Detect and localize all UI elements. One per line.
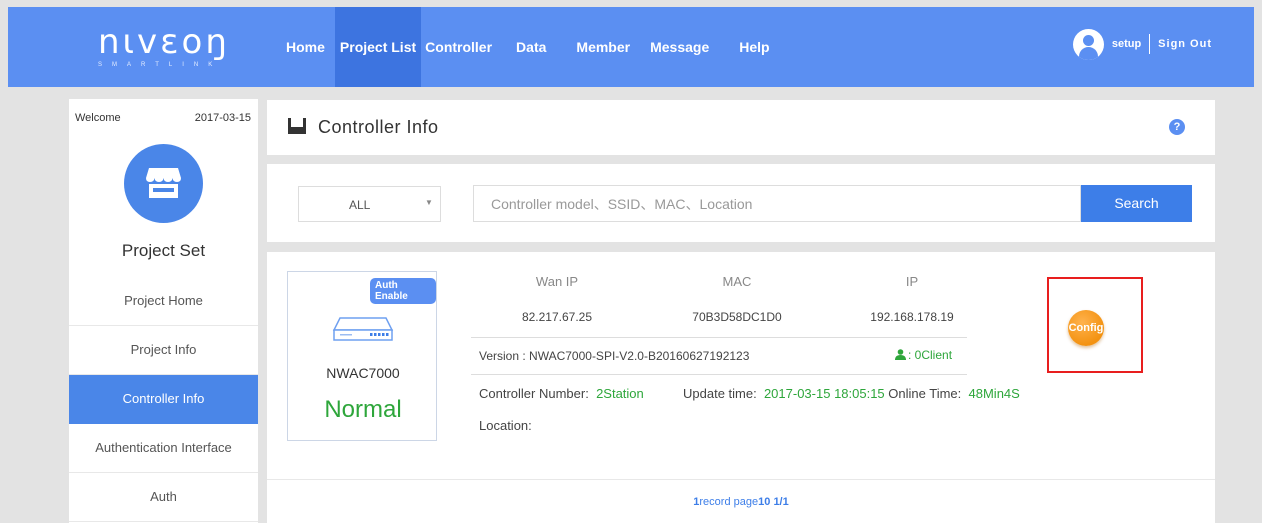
nav-data[interactable]: Data — [506, 7, 566, 87]
filter-select[interactable]: ALL ▼ — [298, 186, 441, 222]
record-label: record — [699, 496, 731, 508]
nav-member[interactable]: Member — [566, 7, 640, 87]
top-navigation-bar: nιvεoŋ SMARTLINK Home Project List Contr… — [8, 7, 1254, 87]
update-time-value: 2017-03-15 18:05:15 — [763, 386, 885, 401]
person-icon — [895, 349, 906, 360]
sidebar-item-authentication-interface[interactable]: Authentication Interface — [69, 424, 258, 473]
filter-value: ALL — [349, 198, 371, 212]
project-store-icon — [124, 144, 203, 223]
controller-details: Controller Number: 2Station Update time:… — [479, 386, 1020, 401]
user-avatar-icon[interactable] — [1072, 28, 1104, 60]
ip-value: 192.168.178.19 — [870, 310, 954, 324]
online-time-label: Online Time: — [888, 386, 962, 401]
row-divider — [471, 374, 967, 375]
username[interactable]: setup — [1112, 38, 1141, 50]
update-time-label: Update time: — [683, 386, 757, 401]
client-count: : 0Client — [895, 348, 952, 362]
search-button[interactable]: Search — [1081, 185, 1192, 222]
sign-out-link[interactable]: Sign Out — [1158, 38, 1212, 50]
user-area: setup Sign Out — [1072, 27, 1212, 61]
sidebar-item-project-info[interactable]: Project Info — [69, 326, 258, 375]
router-device-icon — [332, 317, 394, 341]
controller-list: Auth Enable NWAC7000 Normal Wan IP MAC I… — [267, 252, 1215, 523]
mac-value: 70B3D58DC1D0 — [692, 310, 782, 324]
wan-ip-label: Wan IP — [535, 274, 579, 289]
client-count-text: : 0Client — [908, 348, 953, 362]
device-model: NWAC7000 — [326, 365, 400, 381]
page-title: Controller Info — [318, 117, 439, 137]
chevron-down-icon: ▼ — [425, 198, 433, 207]
search-bar: ALL ▼ Search — [267, 164, 1215, 242]
sidebar-item-controller-info[interactable]: Controller Info — [69, 375, 258, 424]
list-footer-divider — [267, 479, 1215, 480]
mac-label: MAC — [722, 274, 752, 289]
row-divider — [471, 337, 967, 338]
welcome-text: Welcome — [75, 112, 121, 124]
project-set-title: Project Set — [121, 241, 206, 260]
controller-number-value: 2Station — [596, 386, 644, 401]
wan-ip-value: 82.217.67.25 — [521, 310, 593, 324]
brand-logo[interactable]: nιvεoŋ SMARTLINK — [98, 25, 230, 68]
nav-help[interactable]: Help — [729, 7, 779, 87]
nav-controller[interactable]: Controller — [421, 7, 506, 87]
location-label: Location: — [479, 418, 532, 433]
nav-project-list[interactable]: Project List — [334, 7, 422, 87]
nav-home[interactable]: Home — [276, 7, 335, 87]
sidebar-item-auth[interactable]: Auth — [69, 473, 258, 522]
help-icon[interactable]: ? — [1169, 119, 1185, 135]
page-indicator[interactable]: 1/1 — [773, 496, 788, 508]
sidebar-item-project-home[interactable]: Project Home — [69, 277, 258, 326]
current-date: 2017-03-15 — [194, 112, 251, 124]
nav-message[interactable]: Message — [640, 7, 729, 87]
main-nav: Home Project List Controller Data Member… — [276, 7, 780, 87]
sidebar-menu: Project Home Project Info Controller Inf… — [69, 277, 258, 522]
controller-card[interactable]: Auth Enable NWAC7000 Normal — [287, 271, 437, 441]
pagination: 1record page10 1/1 — [267, 496, 1215, 508]
config-button[interactable]: Config — [1068, 310, 1104, 346]
ip-label: IP — [905, 274, 919, 289]
firmware-version: Version : NWAC7000-SPI-V2.0-B20160627192… — [479, 349, 750, 363]
controller-header-icon — [288, 118, 306, 134]
auth-enable-badge: Auth Enable — [370, 278, 436, 304]
config-highlight-box: Config — [1047, 277, 1143, 373]
page-size: 10 — [758, 496, 771, 508]
device-status: Normal — [324, 396, 402, 423]
logo-text: nιvεoŋ — [98, 22, 230, 62]
sidebar: Welcome 2017-03-15 Project Set Project H… — [69, 99, 258, 523]
logo-tagline: SMARTLINK — [98, 62, 223, 68]
controller-number-label: Controller Number: — [479, 386, 589, 401]
search-input[interactable] — [473, 185, 1081, 222]
page-label: page — [733, 496, 759, 508]
page-header: Controller Info ? — [267, 100, 1215, 155]
online-time-value: 48Min4S — [968, 386, 1020, 401]
user-divider — [1149, 34, 1151, 54]
